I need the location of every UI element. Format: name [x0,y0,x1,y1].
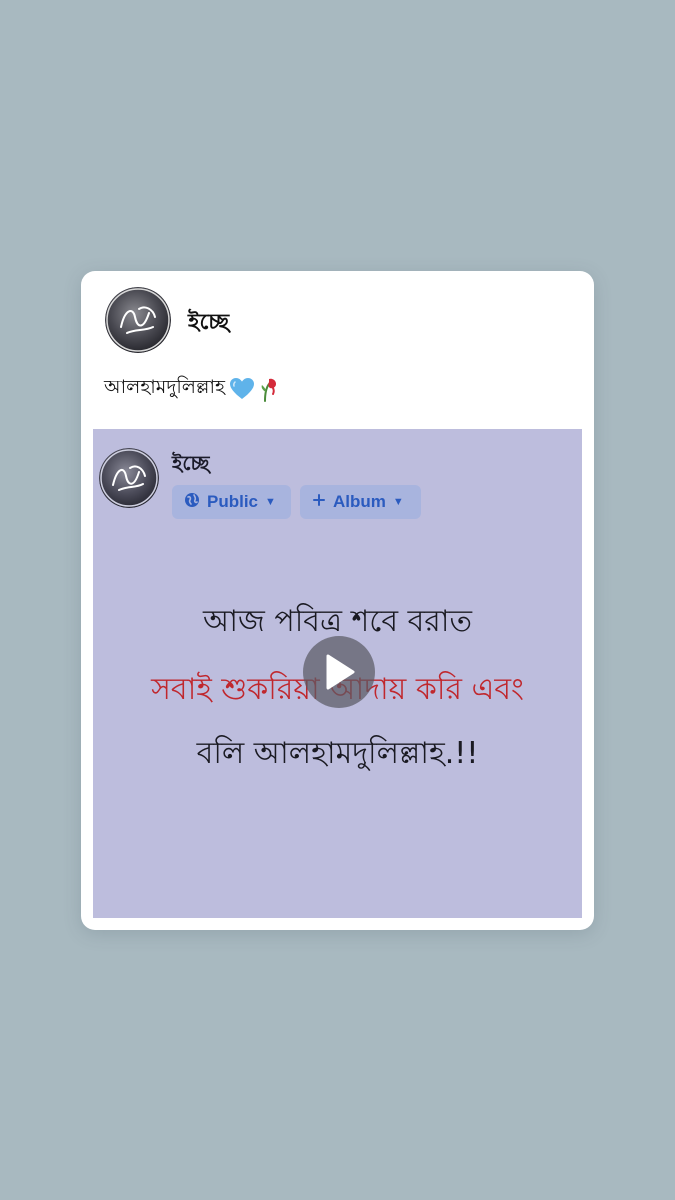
inner-author-avatar [99,448,159,508]
album-label: Album [333,492,386,511]
play-icon [326,654,355,690]
video-post-media[interactable]: ইচ্ছে Public ▼ Album ▼ আজ পবিত্র শবে বরা… [93,429,582,918]
privacy-chip: Public ▼ [172,485,291,519]
globe-icon [184,492,200,513]
wilted-rose-icon [259,376,279,402]
privacy-label: Public [207,492,259,511]
author-name[interactable]: ইচ্ছে [188,305,229,342]
caret-down-icon: ▼ [392,496,404,508]
plus-icon [312,492,326,512]
post-card: ইচ্ছে আলহামদুলিল্লাহ ইচ্ছে Public ▼ Albu… [81,271,594,930]
inner-author-name: ইচ্ছে [172,451,210,475]
caption-text: আলহামদুলিল্লাহ [104,376,225,398]
caret-down-icon: ▼ [265,496,276,508]
play-button[interactable] [303,636,375,708]
post-caption: আলহামদুলিল্লাহ [104,373,279,405]
album-chip: Album ▼ [300,485,421,519]
text-line-3: বলি আলহামদুলিল্লাহ.!! [196,736,479,771]
author-avatar[interactable] [105,287,171,353]
blue-heart-icon [229,377,255,401]
